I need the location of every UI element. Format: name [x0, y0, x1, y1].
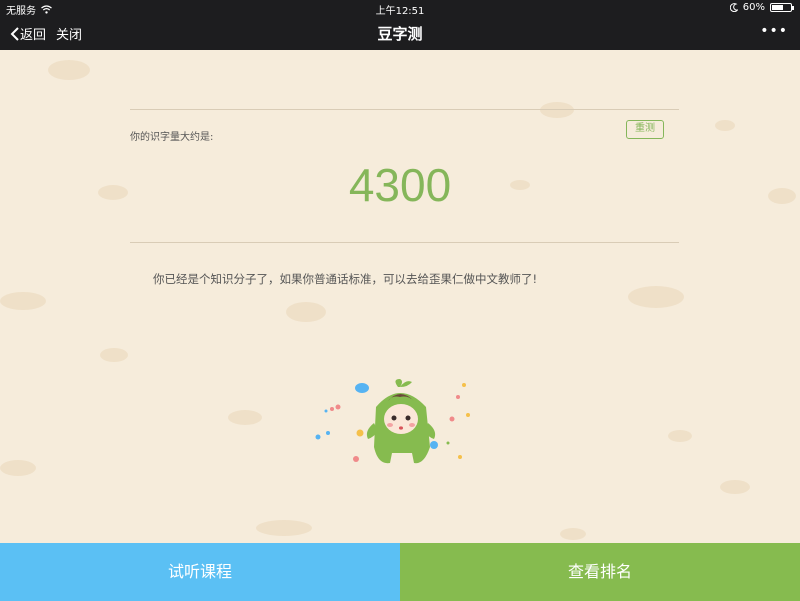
result-message: 你已经是个知识分子了，如果你普通话标准，可以去给歪果仁做中文教师了!: [153, 272, 538, 286]
retest-button[interactable]: 重测: [626, 120, 664, 139]
battery-percent: 60%: [742, 2, 765, 13]
battery-fill: [772, 5, 783, 10]
result-prompt: 你的识字量大约是:: [130, 132, 214, 143]
view-ranking-button[interactable]: 查看排名: [400, 543, 800, 601]
mascot-illustration: [315, 379, 470, 464]
more-button[interactable]: •••: [760, 23, 788, 39]
vocabulary-score: 4300: [348, 159, 452, 211]
status-bar: 无服务 上午12:51 60%: [0, 0, 800, 17]
battery-icon: [770, 3, 794, 12]
status-time: 上午12:51: [375, 6, 425, 17]
divider-bottom: [130, 242, 679, 243]
nav-bar: 返回 关闭 豆字测 •••: [0, 16, 800, 50]
moon-icon: [729, 3, 738, 12]
page-title: 豆字测: [377, 25, 423, 43]
status-right: 60%: [729, 2, 794, 13]
trial-course-button[interactable]: 试听课程: [0, 543, 400, 601]
divider-top: [130, 109, 679, 110]
